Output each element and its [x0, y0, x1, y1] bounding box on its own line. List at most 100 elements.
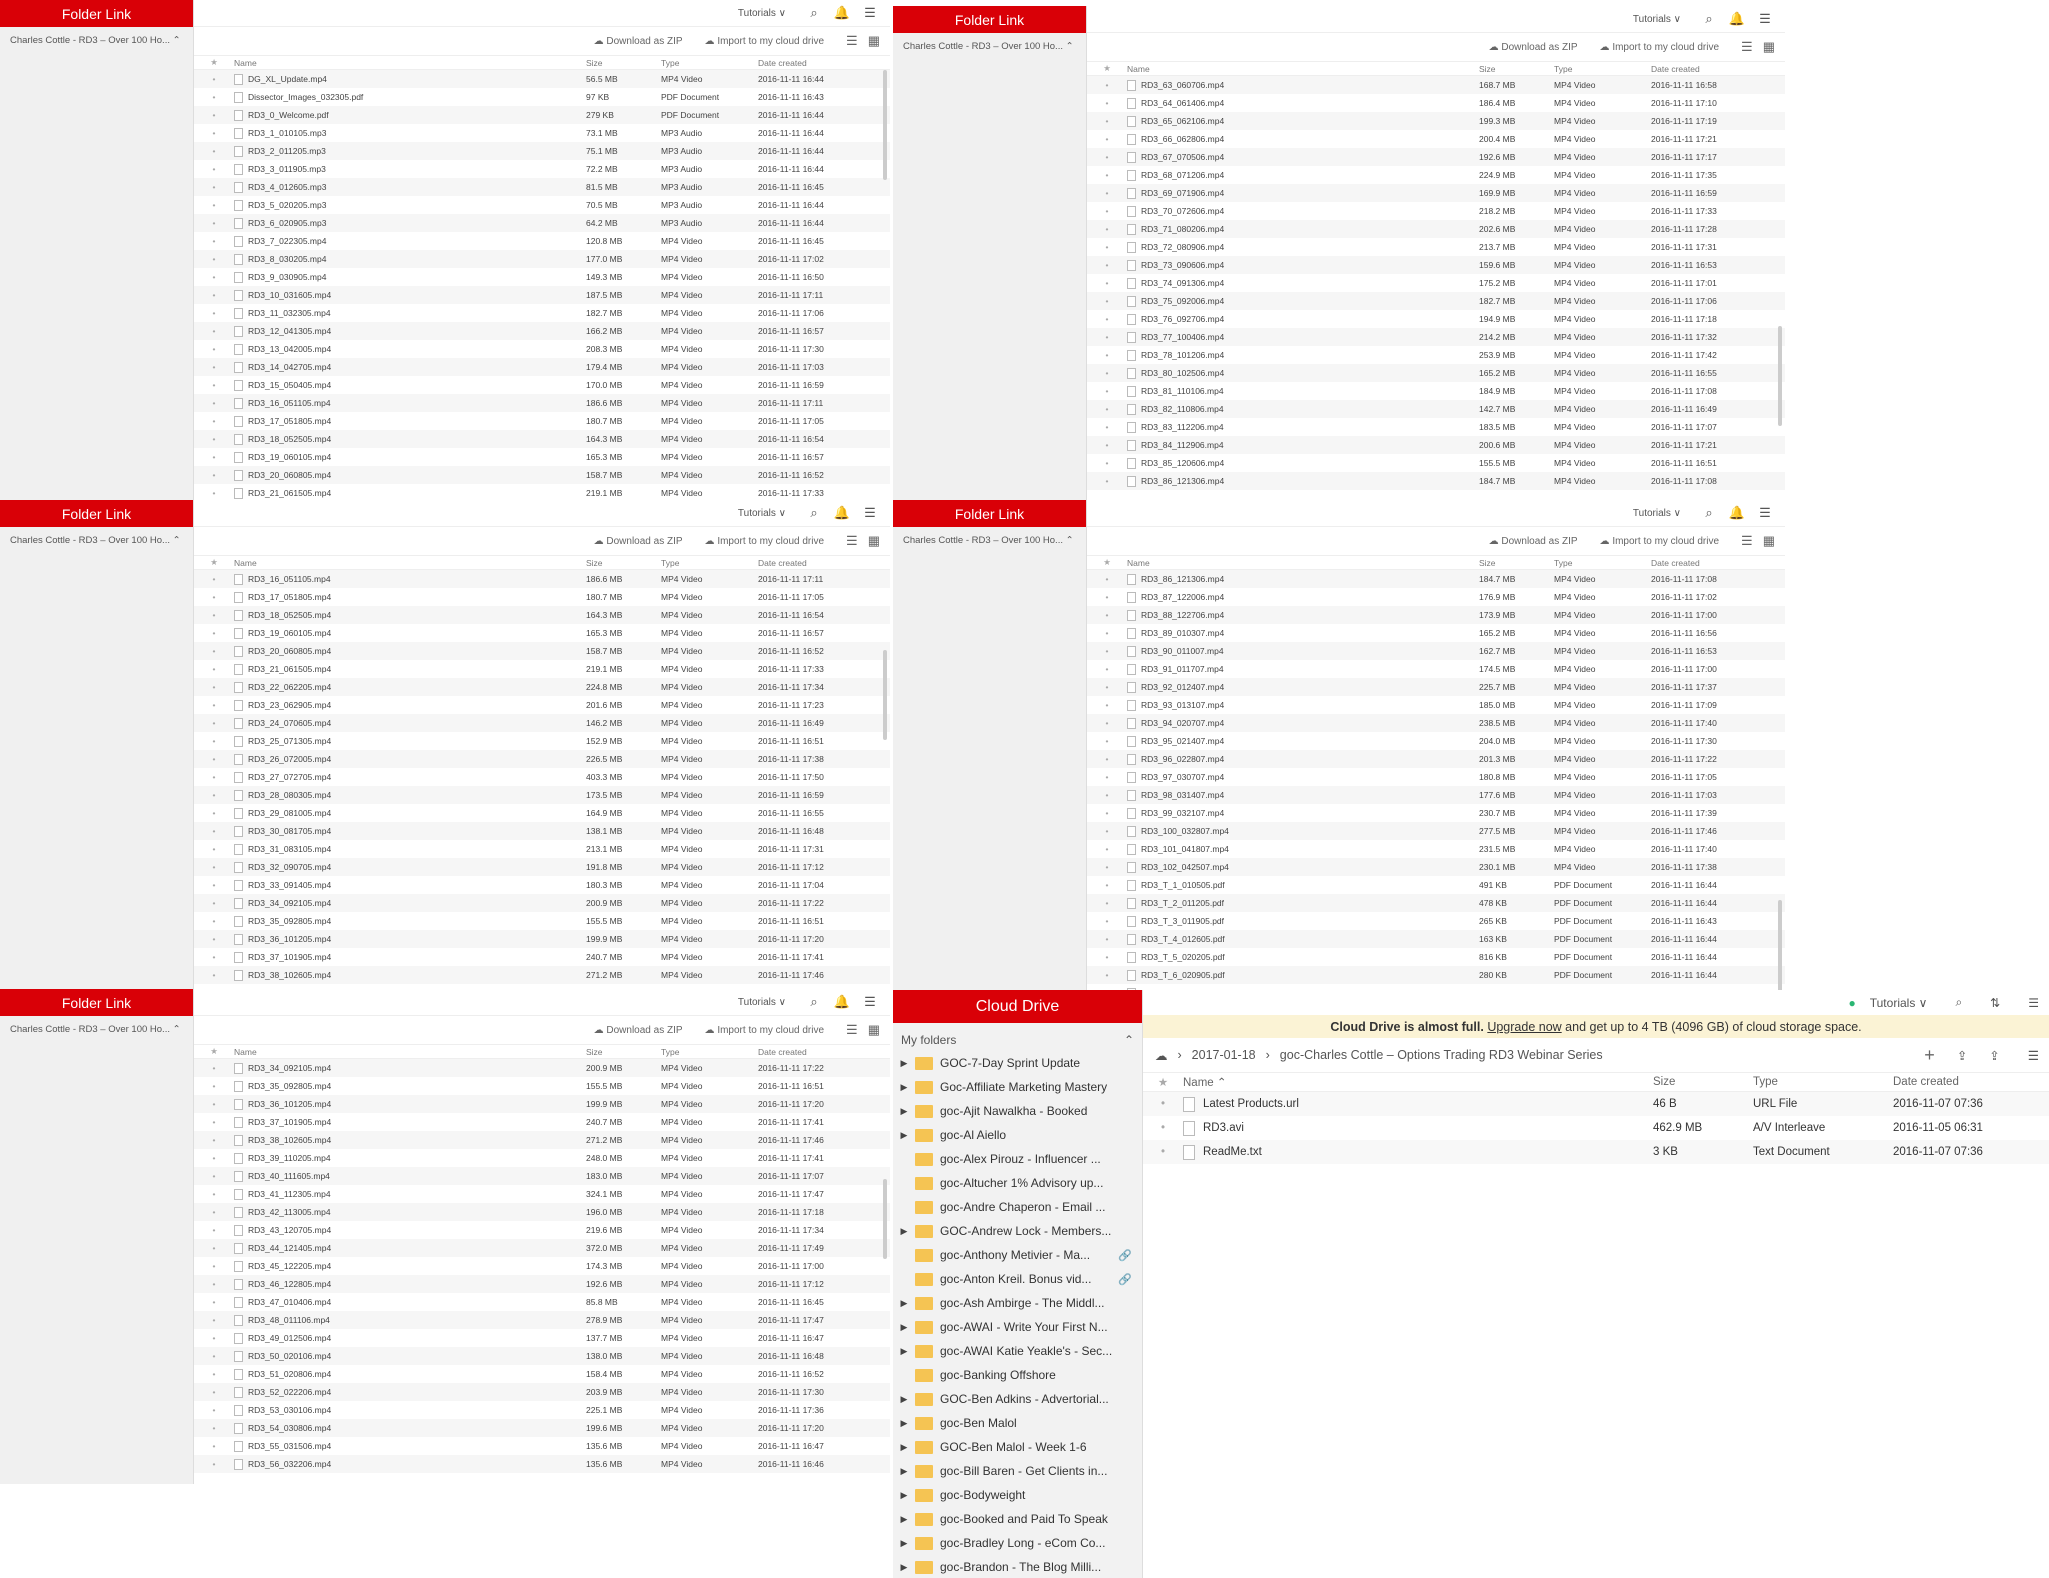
table-row[interactable]: • RD3_50_020106.mp4 138.0 MB MP4 Video 2016-… [194, 1347, 890, 1365]
star-icon[interactable]: • [1087, 970, 1127, 980]
star-icon[interactable]: • [194, 272, 234, 282]
star-icon[interactable]: • [1087, 826, 1127, 836]
star-icon[interactable]: • [1087, 152, 1127, 162]
list-view-icon[interactable]: ☰ [1741, 533, 1753, 549]
table-row[interactable]: • RD3_30_081705.mp4 138.1 MB MP4 Video 2016-… [194, 822, 890, 840]
col-name[interactable]: Name [234, 58, 586, 68]
folder-item[interactable]: goc-Andre Chaperon - Email ... [893, 1195, 1142, 1219]
star-icon[interactable]: • [1087, 224, 1127, 234]
table-row[interactable]: • RD3_24_070605.mp4 146.2 MB MP4 Video 2016-… [194, 714, 890, 732]
upload-file-icon[interactable]: ⇪ [1957, 1048, 1967, 1063]
expand-arrow-icon[interactable]: ▶ [893, 1538, 915, 1549]
bell-icon[interactable]: 🔔 [1723, 11, 1751, 27]
file-name[interactable]: RD3_51_020806.mp4 [248, 1369, 331, 1379]
table-row[interactable]: • RD3_46_122805.mp4 192.6 MB MP4 Video 2016-… [194, 1275, 890, 1293]
file-name[interactable]: RD3_98_031407.mp4 [1141, 790, 1224, 800]
cloud-icon[interactable]: ☁ [1155, 1048, 1168, 1063]
breadcrumb-item[interactable]: 2017-01-18 [1192, 1048, 1256, 1062]
file-name[interactable]: RD3_22_062205.mp4 [248, 682, 331, 692]
star-icon[interactable]: • [194, 1117, 234, 1127]
grid-view-icon[interactable]: ▦ [1763, 533, 1775, 549]
expand-arrow-icon[interactable]: ▶ [893, 1298, 915, 1309]
table-row[interactable]: • RD3_95_021407.mp4 204.0 MB MP4 Video 2016-… [1087, 732, 1785, 750]
star-icon[interactable]: • [1087, 458, 1127, 468]
star-icon[interactable]: • [1087, 934, 1127, 944]
grid-view-icon[interactable]: ▦ [868, 1022, 880, 1038]
table-row[interactable]: • RD3_83_112206.mp4 183.5 MB MP4 Video 2016-… [1087, 418, 1785, 436]
folder-name[interactable]: goc-Ajit Nawalkha - Booked [940, 1104, 1087, 1118]
star-icon[interactable]: • [1087, 368, 1127, 378]
table-row[interactable]: • RD3_19_060105.mp4 165.3 MB MP4 Video 2016-… [194, 448, 890, 466]
file-name[interactable]: RD3_43_120705.mp4 [248, 1225, 331, 1235]
table-row[interactable]: • RD3_98_031407.mp4 177.6 MB MP4 Video 2016-… [1087, 786, 1785, 804]
file-name[interactable]: RD3_65_062106.mp4 [1141, 116, 1224, 126]
file-name[interactable]: RD3_99_032107.mp4 [1141, 808, 1224, 818]
tutorials-menu[interactable]: Tutorials ∨ [738, 508, 786, 519]
star-icon[interactable]: • [194, 1243, 234, 1253]
star-icon[interactable]: • [194, 628, 234, 638]
star-icon[interactable]: • [1087, 880, 1127, 890]
table-row[interactable]: • RD3_17_051805.mp4 180.7 MB MP4 Video 2016-… [194, 588, 890, 606]
file-name[interactable]: RD3_68_071206.mp4 [1141, 170, 1224, 180]
grid-view-icon[interactable]: ▦ [1763, 39, 1775, 55]
folder-item[interactable]: ▶ Goc-Affiliate Marketing Mastery [893, 1075, 1142, 1099]
table-row[interactable]: • RD3_75_092006.mp4 182.7 MB MP4 Video 2016-… [1087, 292, 1785, 310]
file-name[interactable]: RD3_80_102506.mp4 [1141, 368, 1224, 378]
star-icon[interactable]: • [194, 182, 234, 192]
table-row[interactable]: • RD3_9_030905.mp4 149.3 MB MP4 Video 2016-1… [194, 268, 890, 286]
col-type[interactable]: Type [661, 58, 758, 68]
file-name[interactable]: RD3_19_060105.mp4 [248, 452, 331, 462]
file-name[interactable]: RD3_16_051105.mp4 [248, 574, 331, 584]
folder-name[interactable]: goc-Banking Offshore [940, 1368, 1056, 1382]
star-icon[interactable]: • [194, 808, 234, 818]
star-icon[interactable]: • [1087, 646, 1127, 656]
file-name[interactable]: RD3_48_011106.mp4 [248, 1315, 330, 1325]
star-icon[interactable]: • [1087, 134, 1127, 144]
add-icon[interactable]: + [1924, 1045, 1935, 1066]
file-name[interactable]: RD3_85_120606.mp4 [1141, 458, 1224, 468]
table-row[interactable]: • RD3_10_031605.mp4 187.5 MB MP4 Video 2016-… [194, 286, 890, 304]
expand-arrow-icon[interactable]: ▶ [893, 1514, 915, 1525]
star-icon[interactable]: • [194, 1279, 234, 1289]
file-name[interactable]: RD3_19_060105.mp4 [248, 628, 331, 638]
menu-icon[interactable]: ☰ [856, 994, 884, 1010]
star-icon[interactable]: • [194, 934, 234, 944]
file-name[interactable]: RD3_84_112906.mp4 [1141, 440, 1224, 450]
col-name[interactable]: Name [1127, 558, 1479, 568]
star-icon[interactable]: • [194, 1333, 234, 1343]
star-icon[interactable]: • [1087, 314, 1127, 324]
table-row[interactable]: • RD3_36_101205.mp4 199.9 MB MP4 Video 2016-… [194, 930, 890, 948]
folder-item[interactable]: ▶ GOC-Andrew Lock - Members... [893, 1219, 1142, 1243]
file-name[interactable]: RD3_11_032305.mp4 [248, 308, 331, 318]
star-icon[interactable]: • [194, 1315, 234, 1325]
file-name[interactable]: RD3_92_012407.mp4 [1141, 682, 1224, 692]
table-row[interactable]: • RD3_49_012506.mp4 137.7 MB MP4 Video 2016-… [194, 1329, 890, 1347]
file-name[interactable]: RD3_38_102605.mp4 [248, 970, 331, 980]
table-row[interactable]: • RD3_94_020707.mp4 238.5 MB MP4 Video 2016-… [1087, 714, 1785, 732]
table-row[interactable]: • RD3_86_121306.mp4 184.7 MB MP4 Video 2016-… [1087, 472, 1785, 490]
file-name[interactable]: RD3_37_101905.mp4 [248, 952, 331, 962]
folder-item[interactable]: goc-Altucher 1% Advisory up... [893, 1171, 1142, 1195]
folder-item[interactable]: ▶ goc-Booked and Paid To Speak [893, 1507, 1142, 1531]
table-row[interactable]: • RD3_91_011707.mp4 174.5 MB MP4 Video 2016-… [1087, 660, 1785, 678]
folder-item[interactable]: ▶ goc-Bodyweight [893, 1483, 1142, 1507]
transfers-icon[interactable]: ⇅ [1990, 996, 2000, 1010]
table-row[interactable]: • RD3_4_012605.mp3 81.5 MB MP3 Audio 2016-11… [194, 178, 890, 196]
table-row[interactable]: • RD3_78_101206.mp4 253.9 MB MP4 Video 2016-… [1087, 346, 1785, 364]
file-name[interactable]: RD3_63_060706.mp4 [1141, 80, 1224, 90]
bell-icon[interactable]: 🔔 [828, 505, 856, 521]
scrollbar[interactable] [883, 1179, 887, 1259]
table-row[interactable]: • RD3_82_110806.mp4 142.7 MB MP4 Video 2016-… [1087, 400, 1785, 418]
file-name[interactable]: RD3_17_051805.mp4 [248, 416, 331, 426]
star-icon[interactable]: • [1087, 754, 1127, 764]
file-name[interactable]: RD3_33_091405.mp4 [248, 880, 331, 890]
star-icon[interactable]: • [1087, 610, 1127, 620]
download-zip-button[interactable]: ☁ Download as ZIP [1489, 42, 1578, 53]
folder-name[interactable]: GOC-Ben Adkins - Advertorial... [940, 1392, 1109, 1406]
star-icon[interactable]: • [194, 1369, 234, 1379]
star-icon[interactable]: • [1087, 386, 1127, 396]
file-name[interactable]: RD3_26_072005.mp4 [248, 754, 331, 764]
list-view-icon[interactable]: ☰ [846, 1022, 858, 1038]
table-row[interactable]: • RD3_48_011106.mp4 278.9 MB MP4 Video 2016-… [194, 1311, 890, 1329]
file-name[interactable]: RD3_7_022305.mp4 [248, 236, 326, 246]
